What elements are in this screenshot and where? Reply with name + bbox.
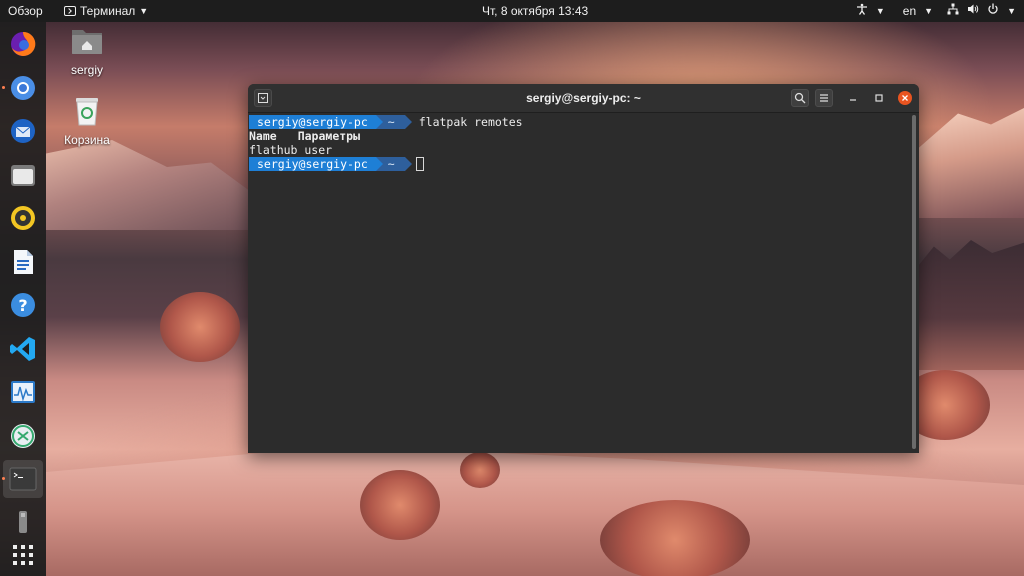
- wallpaper-tree: [360, 470, 440, 540]
- grid-icon: [13, 545, 33, 565]
- usb-drive-icon: [19, 511, 27, 533]
- dock-files[interactable]: [8, 160, 38, 190]
- desktop-icon-label: sergiy: [70, 63, 103, 77]
- output-header-params: Параметры: [297, 129, 361, 143]
- terminal-line: Name Параметры: [249, 129, 919, 143]
- output-row: flathub user: [249, 143, 333, 157]
- desktop-home-folder[interactable]: sergiy: [47, 26, 127, 77]
- dock-rhythmbox[interactable]: [8, 203, 38, 233]
- terminal-line: sergiy@sergiy-pc ~: [249, 157, 919, 171]
- chromium-icon: [11, 76, 35, 100]
- volume-icon[interactable]: [967, 3, 979, 18]
- menu-button[interactable]: [815, 89, 833, 107]
- accessibility-icon[interactable]: [856, 3, 868, 18]
- terminal-icon: [9, 467, 37, 491]
- home-folder-icon: [47, 26, 127, 59]
- activities-button[interactable]: Обзор: [8, 4, 43, 18]
- wallpaper-tree: [160, 292, 240, 362]
- chevron-down-icon[interactable]: ▼: [924, 6, 933, 16]
- wallpaper-snow-hill: [46, 446, 1024, 576]
- app-menu[interactable]: Терминал ▼: [64, 4, 148, 18]
- svg-text:?: ?: [18, 296, 27, 315]
- firefox-icon: [11, 31, 36, 56]
- show-applications-button[interactable]: [8, 540, 38, 570]
- trash-icon: [47, 96, 127, 129]
- wallpaper-forest: [918, 240, 1024, 370]
- output-header-name: Name: [249, 129, 277, 143]
- power-icon[interactable]: [987, 3, 999, 18]
- terminal-line: sergiy@sergiy-pc ~ flatpak remotes: [249, 115, 919, 129]
- dock-help[interactable]: ?: [8, 290, 38, 320]
- prompt-user-segment: sergiy@sergiy-pc: [249, 157, 383, 171]
- chevron-down-icon: ▼: [139, 6, 149, 16]
- chevron-down-icon[interactable]: ▼: [1007, 6, 1016, 16]
- running-indicator: [2, 86, 5, 89]
- dock: ?: [0, 22, 46, 576]
- maximize-icon: [875, 94, 883, 102]
- top-bar: Обзор Терминал ▼ Чт, 8 октября 13:43 ▼ e…: [0, 0, 1024, 22]
- terminal-output[interactable]: sergiy@sergiy-pc ~ flatpak remotes Name Пар…: [248, 113, 919, 453]
- minimize-icon: [850, 99, 856, 101]
- close-icon: [902, 95, 908, 101]
- terminal-line: flathub user: [249, 143, 919, 157]
- dock-chromium[interactable]: [2, 73, 38, 103]
- running-indicator: [2, 477, 5, 480]
- dock-firefox[interactable]: [8, 29, 38, 59]
- chevron-down-icon[interactable]: ▼: [876, 6, 885, 16]
- dock-system-monitor[interactable]: [8, 377, 38, 407]
- wallpaper-mountain-right: [914, 108, 1024, 218]
- terminal-app-icon: [64, 6, 76, 16]
- desktop-icon-label: Корзина: [64, 133, 110, 147]
- minimize-button[interactable]: [846, 91, 860, 105]
- search-icon: [794, 92, 806, 104]
- updater-icon: [11, 424, 35, 448]
- libreoffice-writer-icon: [14, 250, 33, 274]
- thunderbird-icon: [11, 119, 35, 143]
- vscode-icon: [10, 337, 35, 361]
- files-icon: [11, 165, 35, 186]
- prompt-user-segment: sergiy@sergiy-pc: [249, 115, 383, 129]
- terminal-window[interactable]: sergiy@sergiy-pc: ~ sergiy@sergiy-pc ~ fla…: [248, 84, 919, 453]
- text-cursor: [415, 157, 424, 171]
- dock-writer[interactable]: [8, 247, 38, 277]
- wallpaper-tree: [600, 500, 750, 576]
- app-menu-label: Терминал: [80, 4, 136, 18]
- close-button[interactable]: [898, 91, 912, 105]
- language-indicator[interactable]: en: [903, 4, 916, 18]
- clock[interactable]: Чт, 8 октября 13:43: [482, 4, 588, 18]
- system-tray[interactable]: ▼ en ▼ ▼: [856, 3, 1016, 18]
- scrollbar[interactable]: [912, 115, 916, 449]
- typed-command: flatpak remotes: [418, 115, 523, 129]
- network-icon[interactable]: [947, 3, 959, 18]
- help-icon: ?: [11, 293, 35, 317]
- rhythmbox-icon: [11, 206, 35, 230]
- hamburger-menu-icon: [820, 94, 828, 102]
- system-monitor-icon: [11, 381, 35, 403]
- dock-terminal[interactable]: [2, 460, 43, 498]
- dock-usb-drive[interactable]: [8, 507, 38, 537]
- desktop-trash[interactable]: Корзина: [47, 96, 127, 147]
- terminal-titlebar[interactable]: sergiy@sergiy-pc: ~: [248, 84, 919, 113]
- maximize-button[interactable]: [872, 91, 886, 105]
- wallpaper-mountain-left: [46, 140, 266, 230]
- wallpaper-tree: [460, 452, 500, 488]
- search-button[interactable]: [791, 89, 809, 107]
- dock-thunderbird[interactable]: [8, 116, 38, 146]
- dock-vscode[interactable]: [8, 334, 38, 364]
- dock-updater[interactable]: [8, 421, 38, 451]
